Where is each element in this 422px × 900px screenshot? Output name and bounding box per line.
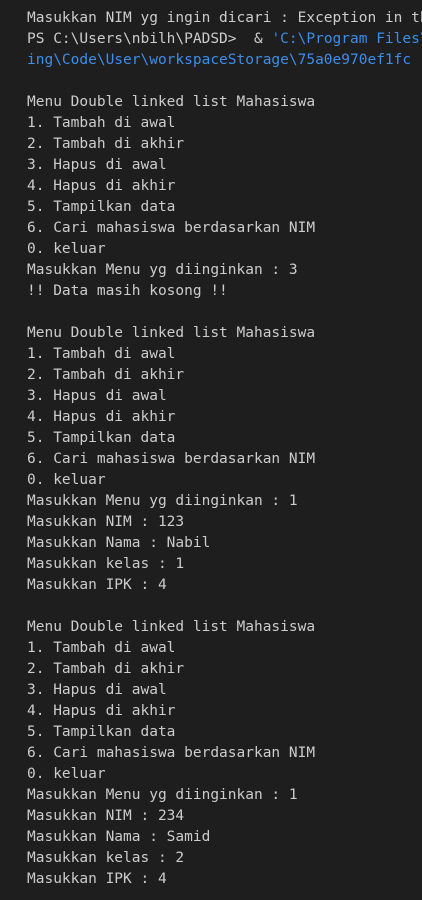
input-kelas-line: Masukkan kelas : 1 [27, 556, 185, 572]
menu-item: 3. Hapus di awal [27, 157, 167, 173]
menu-title: Menu Double linked list Mahasiswa [27, 619, 316, 635]
prompt-text: PS C:\Users\nbilh\PADSD> & [27, 31, 272, 47]
menu-item: 4. Hapus di akhir [27, 409, 176, 425]
menu-item: 1. Tambah di awal [27, 346, 176, 362]
menu-item: 2. Tambah di akhir [27, 661, 185, 677]
menu-item: 3. Hapus di awal [27, 388, 167, 404]
menu-choice-line: Masukkan Menu yg diinginkan : 3 [27, 262, 298, 278]
menu-item: 5. Tampilkan data [27, 724, 176, 740]
input-nama-line: Masukkan Nama : Nabil [27, 535, 211, 551]
menu-item: 4. Hapus di akhir [27, 178, 176, 194]
menu-item: 3. Hapus di awal [27, 682, 167, 698]
input-nim-line: Masukkan NIM : 123 [27, 514, 185, 530]
output-line: Masukkan NIM yg ingin dicari : Exception… [27, 10, 422, 26]
menu-item: 2. Tambah di akhir [27, 367, 185, 383]
menu-title: Menu Double linked list Mahasiswa [27, 325, 316, 341]
menu-item: 0. keluar [27, 241, 106, 257]
menu-item: 6. Cari mahasiswa berdasarkan NIM [27, 745, 316, 761]
menu-item: 0. keluar [27, 472, 106, 488]
menu-item: 4. Hapus di akhir [27, 703, 176, 719]
menu-item: 0. keluar [27, 766, 106, 782]
terminal-output[interactable]: Masukkan NIM yg ingin dicari : Exception… [0, 0, 422, 900]
menu-title: Menu Double linked list Mahasiswa [27, 94, 316, 110]
command-path: 'C:\Program Files\Java\jdk [271, 31, 422, 47]
menu-item: 5. Tampilkan data [27, 430, 176, 446]
menu-item: 2. Tambah di akhir [27, 136, 185, 152]
command-path-continued: ing\Code\User\workspaceStorage\75a0e970e… [27, 52, 412, 68]
menu-choice-line: Masukkan Menu yg diinginkan : 1 [27, 493, 298, 509]
menu-item: 5. Tampilkan data [27, 199, 176, 215]
menu-item: 6. Cari mahasiswa berdasarkan NIM [27, 451, 316, 467]
prompt-line: PS C:\Users\nbilh\PADSD> & 'C:\Program F… [27, 29, 422, 50]
menu-item: 6. Cari mahasiswa berdasarkan NIM [27, 220, 316, 236]
input-kelas-line: Masukkan kelas : 2 [27, 850, 185, 866]
input-nama-line: Masukkan Nama : Samid [27, 829, 211, 845]
input-ipk-line: Masukkan IPK : 4 [27, 577, 167, 593]
menu-item: 1. Tambah di awal [27, 640, 176, 656]
input-nim-line: Masukkan NIM : 234 [27, 808, 185, 824]
menu-item: 1. Tambah di awal [27, 115, 176, 131]
menu-choice-line: Masukkan Menu yg diinginkan : 1 [27, 787, 298, 803]
status-message: !! Data masih kosong !! [27, 283, 228, 299]
input-ipk-line: Masukkan IPK : 4 [27, 871, 167, 887]
